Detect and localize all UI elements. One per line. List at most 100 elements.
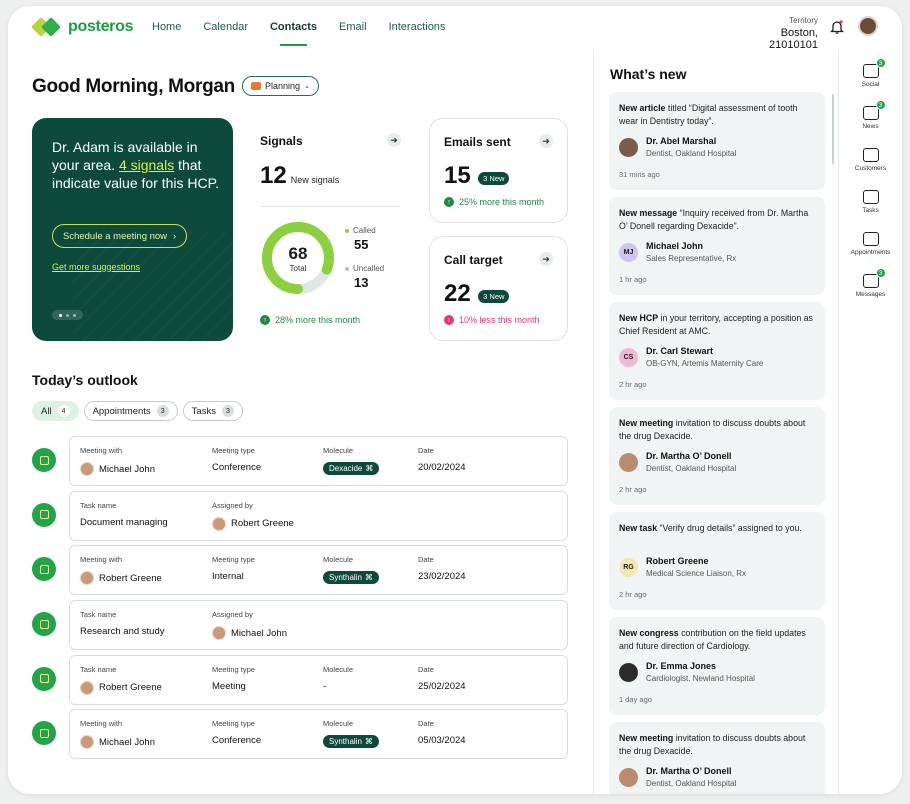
meeting-row[interactable]: Task name Robert Greene Meeting type Meetin… [32,654,568,705]
schedule-meeting-button[interactable]: Schedule a meeting now › [52,224,188,248]
feed-person[interactable]: Dr. Emma Jones Cardiologist, Newland Hosp… [619,661,755,683]
trend-up-icon: ↑ [260,315,270,325]
rail-item-messages[interactable]: 3 Messages [839,268,902,298]
feed-scrollbar[interactable] [832,94,834,164]
rail-item-tasks[interactable]: Tasks [839,190,902,214]
col-label: Assigned by [212,610,253,620]
outlook-row-card[interactable]: Meeting with Michael John Meeting type Conf… [69,436,568,486]
outlook-row-card[interactable]: Meeting with Michael John Meeting type Conf… [69,709,568,760]
rail-label: Tasks [862,207,879,214]
outlook-row-card[interactable]: Task name Robert Greene Meeting type Meetin… [69,654,568,705]
rail-item-customers[interactable]: Customers [839,148,902,172]
signals-count: 12 [260,162,287,189]
outlook-row-card[interactable]: Meeting with Robert Greene Meeting type Int… [69,545,568,596]
feed-item[interactable]: New message “Inquiry received from Dr. M… [609,197,825,295]
rail-item-social[interactable]: 3 Social [839,58,902,88]
brand-logo[interactable]: posteros [31,16,134,38]
carousel-dots[interactable] [52,310,83,320]
outlook-row-card[interactable]: Task name Research and study Assigned by Mi… [69,600,568,651]
signals-donut: 68 Total [260,220,336,296]
feed-person[interactable]: Dr. Martha O’ Donell Dentist, Oakland Hos… [619,766,736,788]
outlook-row-card[interactable]: Task name Document managing Assigned by Rob… [69,490,568,541]
more-suggestions-link[interactable]: Get more suggestions [52,262,140,272]
molecule-tag[interactable]: Synthalin ⌘ [323,571,379,585]
person-name: Robert Greene [646,556,709,566]
filter-label: Tasks [191,405,216,417]
feed-text: New task “Verify drug details” assigned … [619,522,815,535]
molecule-tag[interactable]: Dexacide ⌘ [323,462,380,475]
feed-person[interactable]: Dr. Abel Marshal Dentist, Oakland Hospita… [619,136,736,158]
bell-icon[interactable] [830,19,844,35]
avatar: MJ [619,242,638,262]
person-name: Michael John [646,241,704,251]
feed-type: New message [619,208,678,218]
feed-person[interactable]: CS Dr. Carl Stewart OB-GYN, Artemis Matern… [619,346,763,368]
avatar [619,767,638,787]
arrow-right-icon[interactable]: ➜ [539,252,553,266]
meeting-row[interactable]: Meeting with Robert Greene Meeting type Int… [32,545,568,596]
feed-person[interactable]: MJ Michael John Sales Representative, Rx [619,241,736,263]
social-icon: 3 [862,58,886,78]
feed-time: 31 mins ago [619,170,660,179]
notification-badge: 3 [875,100,886,110]
filter-count: 3 [221,405,234,417]
brand-name: posteros [68,18,134,35]
feed-item[interactable]: New HCP in your territory, accepting a p… [609,302,825,400]
feed-time: 2 hr ago [619,590,647,599]
feed-item[interactable]: New article titled “Digital assessment o… [609,92,825,190]
feed-person[interactable]: RG Robert Greene Medical Science Liaison, … [619,556,746,578]
feed-person[interactable]: Dr. Martha O’ Donell Dentist, Oakland Hos… [619,451,736,473]
feed-item[interactable]: New meeting invitation to discuss doubts… [609,407,825,505]
rail-item-appointments[interactable]: Appointments [839,232,902,256]
call-target-card[interactable]: Call target ➜ 22 3 New ↓ 10% less this m… [429,236,568,341]
signals-count-label: New signals [290,175,340,185]
task-row[interactable]: Task name Document managing Assigned by Rob… [32,490,568,541]
user-avatar[interactable] [858,16,878,36]
task-row[interactable]: Task name Research and study Assigned by Mi… [32,600,568,651]
signals-total: 68 [288,243,308,263]
main-panel: Good Morning, Morgan Planning ⌄ Dr. Adam… [8,50,593,794]
feed-item[interactable]: New congress contribution on the field u… [609,617,825,715]
signals-link[interactable]: 4 signals [119,157,174,173]
signals-trend: ↑ 28% more this month [260,315,360,325]
nav-email[interactable]: Email [339,21,367,46]
col-label: Meeting type [212,446,255,455]
nav-calendar[interactable]: Calendar [203,21,248,46]
calls-title: Call target [444,253,503,267]
rail-item-news[interactable]: 3 News [839,100,902,130]
arrow-right-icon[interactable]: ➜ [539,134,553,148]
feed-item[interactable]: New meeting invitation to discuss doubts… [609,722,825,794]
feed-body: “Verify drug details” assigned to you. [657,523,802,533]
territory-selector[interactable]: Territory Boston, 21010101 [741,16,818,51]
planning-mode-dropdown[interactable]: Planning ⌄ [242,76,319,96]
feed-type: New task [619,523,658,533]
molecule-tag[interactable]: Synthalin ⌘ [323,735,379,749]
feed-type: New congress [619,628,679,638]
person-role: Cardiologist, Newland Hospital [646,674,755,683]
calls-count-row: 22 3 New [444,280,510,308]
feed-item[interactable]: New task “Verify drug details” assigned … [609,512,825,610]
filter-appointments[interactable]: Appointments 3 [83,401,178,421]
col-value: Conference [212,462,262,473]
nav-interactions[interactable]: Interactions [389,21,446,46]
person-role: Medical Science Liaison, Rx [646,569,747,578]
nav-contacts[interactable]: Contacts [270,21,317,46]
meeting-row[interactable]: Meeting with Michael John Meeting type Conf… [32,436,568,486]
arrow-right-icon[interactable]: ➜ [387,133,401,147]
filter-all[interactable]: All 4 [32,401,79,421]
new-badge: 3 New [478,290,510,304]
person-role: OB-GYN, Artemis Maternity Care [646,359,764,368]
nav-home[interactable]: Home [152,21,181,46]
col-value: Michael John [231,627,287,639]
chevron-down-icon: ⌄ [304,83,310,90]
customers-icon [862,148,879,162]
col-label: Task name [80,500,117,510]
feed-type: New HCP [619,313,659,323]
col-value: Michael John [99,736,155,748]
emails-sent-card[interactable]: Emails sent ➜ 15 3 New ↑ 25% more this m… [429,118,568,223]
filter-tasks[interactable]: Tasks 3 [182,401,243,421]
feed-text: New message “Inquiry received from Dr. M… [619,207,815,232]
meeting-row[interactable]: Meeting with Michael John Meeting type Conf… [32,709,568,760]
col-value: Robert Greene [99,682,162,694]
avatar [619,452,638,472]
